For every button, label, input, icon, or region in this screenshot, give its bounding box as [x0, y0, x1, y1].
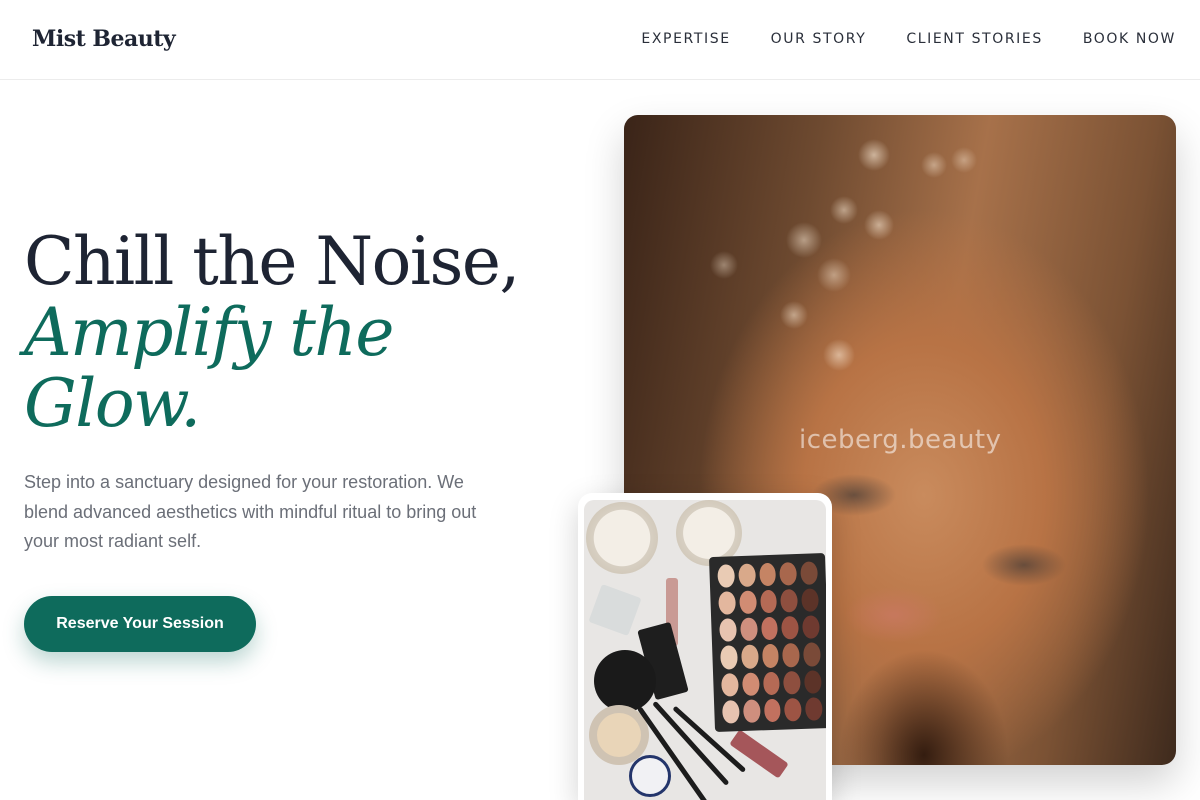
compact-shape: [594, 650, 656, 712]
palette-swatch: [800, 561, 818, 586]
palette-swatch: [758, 562, 777, 587]
palette-swatch: [762, 671, 781, 696]
palette-swatch: [721, 699, 740, 724]
palette-swatch: [804, 669, 822, 694]
palette-swatch: [759, 589, 778, 614]
nav-item-our-story[interactable]: OUR STORY: [771, 31, 867, 47]
navbar: Mist Beauty EXPERTISE OUR STORY CLIENT S…: [0, 0, 1200, 80]
palette-swatch: [761, 644, 780, 668]
hero-title: Chill the Noise, Amplify the Glow.: [24, 226, 584, 439]
eyeshadow-palette-shape: [708, 553, 826, 732]
palette-swatch: [781, 616, 800, 641]
nav-item-expertise[interactable]: EXPERTISE: [641, 31, 730, 47]
palette-swatch: [719, 618, 737, 643]
palette-swatch: [740, 644, 759, 669]
reserve-session-button[interactable]: Reserve Your Session: [24, 596, 256, 652]
hero-title-line-1: Chill the Noise,: [24, 223, 520, 300]
palette-swatch: [741, 672, 760, 696]
palette-swatch: [802, 615, 820, 640]
image-watermark: iceberg.beauty: [799, 425, 1002, 455]
palette-swatch: [783, 670, 801, 695]
palette-swatch: [717, 564, 735, 588]
hero-description: Step into a sanctuary designed for your …: [24, 472, 477, 551]
palette-swatch: [739, 617, 758, 642]
palette-swatch: [801, 588, 819, 613]
bottle-shape: [729, 729, 789, 779]
palette-swatch: [763, 698, 782, 723]
palette-swatch: [738, 563, 756, 588]
compact-shape: [629, 755, 671, 797]
nav-item-client-stories[interactable]: CLIENT STORIES: [906, 31, 1042, 47]
bottle-shape: [588, 584, 642, 636]
palette-swatch: [805, 697, 823, 721]
makeup-flatlay-image: [584, 500, 826, 800]
nav-links: EXPERTISE OUR STORY CLIENT STORIES BOOK …: [641, 31, 1176, 47]
nav-item-book-now[interactable]: BOOK NOW: [1083, 31, 1176, 47]
palette-swatch: [720, 645, 738, 670]
palette-swatch: [784, 697, 802, 722]
palette-swatch: [742, 699, 761, 723]
palette-swatch: [738, 590, 757, 615]
makeup-flatlay-card: [578, 493, 832, 800]
palette-swatch: [803, 642, 821, 667]
hero-title-line-3: Glow.: [24, 365, 201, 442]
brand-logo[interactable]: Mist Beauty: [32, 26, 176, 52]
palette-swatch: [718, 591, 736, 616]
compact-shape: [597, 713, 641, 757]
palette-swatch: [721, 672, 739, 697]
palette-swatch: [782, 643, 801, 668]
candle-shape: [586, 502, 658, 574]
palette-swatch: [760, 617, 779, 641]
hero-title-line-2: Amplify the: [24, 294, 395, 371]
palette-swatch: [780, 589, 799, 613]
palette-swatch: [779, 562, 798, 586]
